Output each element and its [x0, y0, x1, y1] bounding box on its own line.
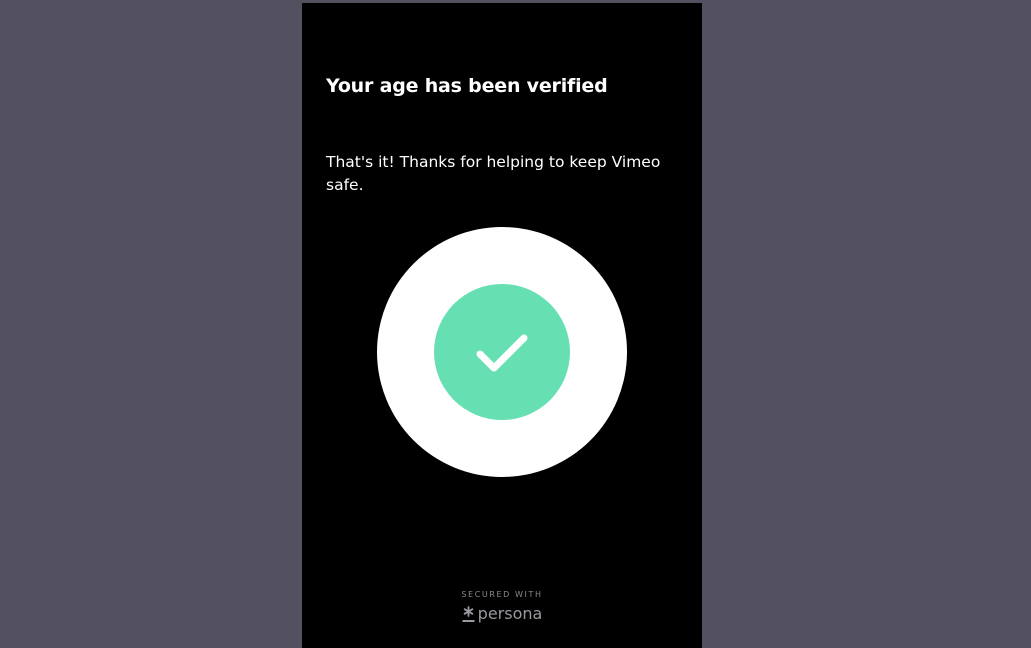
confirmation-message: That's it! Thanks for helping to keep Vi… — [326, 153, 661, 194]
secured-footer: SECURED WITH persona — [302, 590, 702, 628]
asterisk-logo-icon — [462, 605, 475, 622]
brand-name: persona — [477, 604, 543, 623]
page-title: Your age has been verified — [326, 75, 608, 97]
success-badge-outer — [377, 227, 627, 477]
verification-modal: Your age has been verified That's it! Th… — [302, 3, 702, 648]
checkmark-icon — [476, 334, 528, 372]
success-badge-inner — [434, 284, 570, 420]
secured-with-label: SECURED WITH — [461, 590, 543, 599]
persona-brand: persona — [462, 604, 543, 623]
